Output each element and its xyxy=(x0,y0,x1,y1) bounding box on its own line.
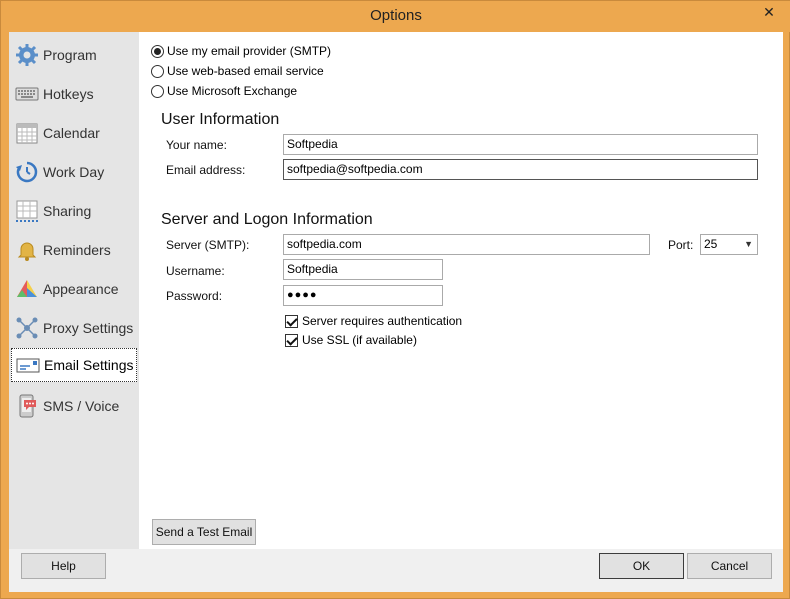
radio-exchange[interactable]: Use Microsoft Exchange xyxy=(151,84,297,98)
sidebar-item-label: Appearance xyxy=(43,281,119,297)
sidebar-item-appearance[interactable]: Appearance xyxy=(11,271,137,307)
your-name-input[interactable]: Softpedia xyxy=(283,134,758,155)
send-test-email-button[interactable]: Send a Test Email xyxy=(152,519,256,545)
radio-label: Use web-based email service xyxy=(167,64,324,78)
sidebar-item-label: Reminders xyxy=(43,242,111,258)
email-settings-panel: Use my email provider (SMTP) Use web-bas… xyxy=(139,32,783,549)
sidebar-item-label: Email Settings xyxy=(44,357,134,373)
email-icon xyxy=(16,358,40,373)
sidebar-item-label: Hotkeys xyxy=(43,86,94,102)
sidebar-item-reminders[interactable]: Reminders xyxy=(11,232,137,268)
ok-button[interactable]: OK xyxy=(599,553,684,579)
ssl-checkbox[interactable] xyxy=(285,333,298,347)
port-select[interactable]: 25 ▼ xyxy=(700,234,758,255)
radio-label: Use my email provider (SMTP) xyxy=(167,44,332,58)
radio-label: Use Microsoft Exchange xyxy=(167,84,298,98)
username-input[interactable]: Softpedia xyxy=(283,259,443,280)
email-address-label: Email address: xyxy=(166,163,246,177)
ssl-label: Use SSL (if available) xyxy=(302,333,417,347)
sidebar-item-label: Work Day xyxy=(43,164,105,180)
radio-web-based[interactable]: Use web-based email service xyxy=(151,64,324,78)
help-button[interactable]: Help xyxy=(21,553,106,579)
radio-button[interactable] xyxy=(151,84,164,98)
sidebar-item-label: SMS / Voice xyxy=(43,398,120,414)
sidebar-item-label: Proxy Settings xyxy=(43,320,134,336)
sidebar-item-label: Program xyxy=(43,47,97,63)
sidebar-item-work-day[interactable]: Work Day xyxy=(11,154,137,190)
window-title: Options xyxy=(370,7,422,24)
sharing-icon xyxy=(16,200,38,222)
network-icon xyxy=(16,317,38,339)
radio-smtp[interactable]: Use my email provider (SMTP) xyxy=(151,44,331,58)
password-label: Password: xyxy=(166,289,223,303)
server-smtp-input[interactable]: softpedia.com xyxy=(283,234,650,255)
phone-icon xyxy=(19,394,36,418)
client-area: Program Hotkeys Calendar Work Day Sharin… xyxy=(9,32,783,592)
auth-checkbox-row[interactable]: Server requires authentication xyxy=(285,314,462,328)
sidebar-item-sms-voice[interactable]: SMS / Voice xyxy=(11,388,137,424)
auth-checkbox[interactable] xyxy=(285,314,298,328)
email-address-input[interactable]: softpedia@softpedia.com xyxy=(283,159,758,180)
close-button[interactable]: ✕ xyxy=(755,1,783,23)
server-smtp-label: Server (SMTP): xyxy=(166,238,250,252)
clock-arrow-icon xyxy=(16,161,38,183)
user-information-heading: User Information xyxy=(161,111,280,128)
options-window: Options ✕ Program Hotkeys Calendar Work … xyxy=(0,0,790,599)
sidebar-item-program[interactable]: Program xyxy=(11,37,137,73)
radio-button[interactable] xyxy=(151,64,164,78)
server-logon-heading: Server and Logon Information xyxy=(161,211,373,228)
gear-icon xyxy=(16,44,38,66)
cancel-button[interactable]: Cancel xyxy=(687,553,772,579)
sidebar-item-email-settings[interactable]: Email Settings xyxy=(11,348,137,382)
ssl-checkbox-row[interactable]: Use SSL (if available) xyxy=(285,333,417,347)
sidebar-item-calendar[interactable]: Calendar xyxy=(11,115,137,151)
sidebar-item-sharing[interactable]: Sharing xyxy=(11,193,137,229)
your-name-label: Your name: xyxy=(166,138,227,152)
sidebar-item-label: Sharing xyxy=(43,203,92,219)
username-label: Username: xyxy=(166,264,225,278)
port-label: Port: xyxy=(668,238,694,252)
chevron-down-icon: ▼ xyxy=(744,239,753,249)
sidebar: Program Hotkeys Calendar Work Day Sharin… xyxy=(9,32,139,549)
sidebar-item-hotkeys[interactable]: Hotkeys xyxy=(11,76,137,112)
calendar-icon xyxy=(16,123,38,144)
port-value: 25 xyxy=(704,237,718,251)
sidebar-item-proxy-settings[interactable]: Proxy Settings xyxy=(11,310,137,346)
auth-label: Server requires authentication xyxy=(302,314,463,328)
keyboard-icon xyxy=(15,87,39,101)
radio-button[interactable] xyxy=(151,44,164,58)
bell-icon xyxy=(17,242,37,261)
palette-icon xyxy=(17,280,37,297)
title-bar[interactable]: Options ✕ xyxy=(1,1,790,32)
password-input[interactable]: ●●●● xyxy=(283,285,443,306)
sidebar-item-label: Calendar xyxy=(43,125,100,141)
